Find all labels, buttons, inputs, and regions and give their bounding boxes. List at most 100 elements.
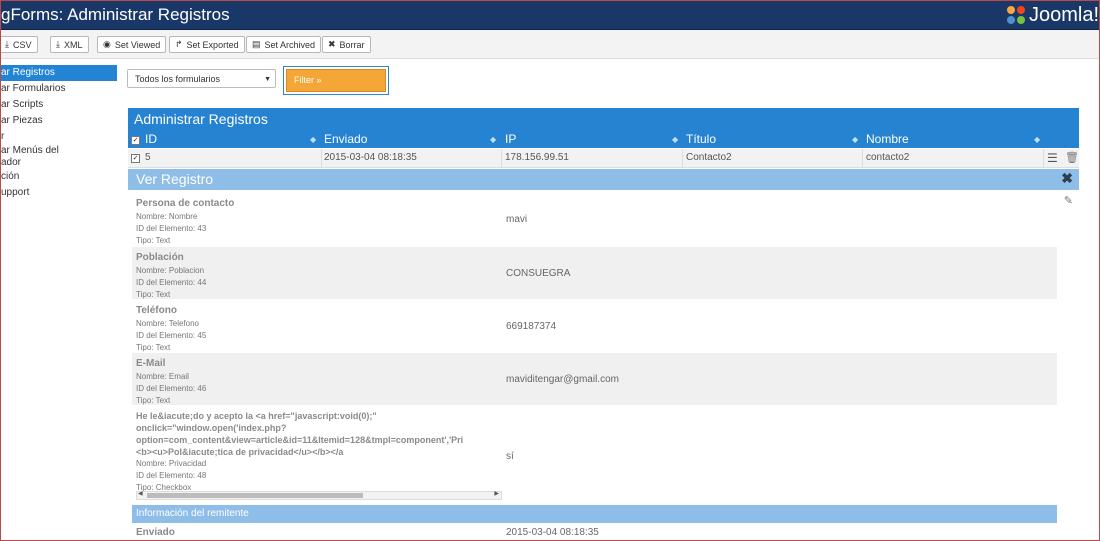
sidebar-item-menus[interactable]: ar Menús del ador xyxy=(1,145,117,169)
field-label: Población xyxy=(136,252,184,263)
header-bar: gForms: Administrar Registros Joomla! xyxy=(1,1,1099,30)
set-viewed-button[interactable]: ◉ Set Viewed xyxy=(97,36,167,53)
table-row[interactable]: ✓ 5 2015-03-04 08:18:35 178.156.99.51 Co… xyxy=(128,149,1079,168)
cell-titulo: Contacto2 xyxy=(686,152,732,163)
field-value: 2015-03-04 08:18:35 xyxy=(506,527,599,538)
field-value: maviditengar@gmail.com xyxy=(506,374,619,385)
edit-icon[interactable]: ✎ xyxy=(1064,194,1073,207)
grid-header: ✓ ID ◆ Enviado ◆ IP ◆ Título ◆ Nombre ◆ xyxy=(128,131,1079,148)
close-icon: ✖ xyxy=(328,39,336,49)
column-divider xyxy=(321,149,322,167)
form-filter-select-value: Todos los formularios xyxy=(135,74,221,84)
field-label: Teléfono xyxy=(136,305,177,316)
set-archived-button[interactable]: ▤ Set Archived xyxy=(246,36,322,53)
scroll-right-icon[interactable]: ▶ xyxy=(494,490,499,497)
sidebar-item-piezas[interactable]: ar Piezas xyxy=(1,113,117,129)
sort-icon[interactable]: ◆ xyxy=(672,131,678,148)
filter-button[interactable]: Filter » xyxy=(286,69,386,92)
sidebar-item-scripts[interactable]: ar Scripts xyxy=(1,97,117,113)
scrollbar-thumb[interactable] xyxy=(147,493,363,498)
set-exported-button-label: Set Exported xyxy=(186,39,239,50)
cell-id: 5 xyxy=(145,152,151,163)
record-viewer: Ver Registro ✖ ✎ Persona de contacto Nom… xyxy=(128,169,1079,540)
field-name: Nombre: Poblacion xyxy=(136,266,205,275)
column-divider xyxy=(501,149,502,167)
sidebar-item-support[interactable]: upport xyxy=(1,185,117,201)
eye-icon: ◉ xyxy=(103,39,111,49)
sort-icon[interactable]: ◆ xyxy=(310,131,316,148)
archive-icon: ▤ xyxy=(252,39,261,49)
delete-button-label: Borrar xyxy=(339,39,365,50)
column-divider xyxy=(682,149,683,167)
column-header-nombre[interactable]: Nombre xyxy=(866,131,909,148)
xml-button[interactable]: ⤓ XML xyxy=(50,36,89,53)
filter-button-focus-ring: Filter » xyxy=(283,66,389,95)
column-header-ip[interactable]: IP xyxy=(505,131,516,148)
record-field: Persona de contacto Nombre: Nombre ID de… xyxy=(132,193,1057,245)
sidebar-item-formularios[interactable]: ar Formularios xyxy=(1,81,117,97)
record-field: Enviado 2015-03-04 08:18:35 xyxy=(132,524,1057,540)
field-value: 669187374 xyxy=(506,321,557,332)
page-title: gForms: Administrar Registros xyxy=(1,5,230,24)
cell-ip: 178.156.99.51 xyxy=(505,152,569,163)
sidebar-item-registros[interactable]: ar Registros xyxy=(1,65,117,81)
set-archived-button-label: Set Archived xyxy=(264,39,316,50)
field-label: Enviado xyxy=(136,527,175,538)
sort-icon[interactable]: ◆ xyxy=(490,131,496,148)
window-frame: gForms: Administrar Registros Joomla! ⤓ … xyxy=(0,0,1100,541)
sort-icon[interactable]: ◆ xyxy=(1034,131,1040,148)
csv-button-label: CSV xyxy=(12,39,32,50)
trash-icon[interactable]: 🗑 xyxy=(1065,149,1079,167)
field-name: Nombre: Email xyxy=(136,372,189,381)
scroll-left-icon[interactable]: ◀ xyxy=(138,490,143,497)
joomla-brand-text: Joomla! xyxy=(1028,3,1099,26)
sidebar-item-r[interactable]: r xyxy=(1,129,117,145)
column-divider xyxy=(862,149,863,167)
field-element-id: ID del Elemento: 44 xyxy=(136,278,207,287)
sort-icon[interactable]: ◆ xyxy=(852,131,858,148)
delete-button[interactable]: ✖ Borrar xyxy=(322,36,371,53)
field-value: CONSUEGRA xyxy=(506,268,571,279)
field-label: E-Mail xyxy=(136,358,166,369)
xml-button-label: XML xyxy=(63,39,83,50)
toolbar: ⤓ CSV ⤓ XML ◉ Set Viewed ↱ Set Exported … xyxy=(1,30,1099,59)
list-icon[interactable]: ☰ xyxy=(1047,149,1058,167)
field-value: sí xyxy=(506,451,514,462)
field-label: Persona de contacto xyxy=(136,198,235,209)
close-icon[interactable]: ✖ xyxy=(1061,170,1073,187)
field-type: Tipo: Text xyxy=(136,396,171,405)
field-element-id: ID del Elemento: 48 xyxy=(136,471,207,480)
field-label: He le&iacute;do y acepto la <a href="jav… xyxy=(136,411,464,457)
set-exported-button[interactable]: ↱ Set Exported xyxy=(169,36,245,53)
csv-button[interactable]: ⤓ CSV xyxy=(1,36,38,53)
column-header-enviado[interactable]: Enviado xyxy=(324,131,367,148)
column-header-titulo[interactable]: Título xyxy=(686,131,716,148)
field-name: Nombre: Privacidad xyxy=(136,459,207,468)
record-field: Población Nombre: Poblacion ID del Eleme… xyxy=(132,247,1057,299)
cell-nombre: contacto2 xyxy=(866,152,910,163)
joomla-logo-icon xyxy=(1006,6,1025,24)
set-viewed-button-label: Set Viewed xyxy=(114,39,161,50)
sidebar: ar Registros ar Formularios ar Scripts a… xyxy=(1,65,117,201)
record-field: He le&iacute;do y acepto la <a href="jav… xyxy=(132,407,1057,503)
caret-down-icon: ▼ xyxy=(264,76,271,83)
field-value: mavi xyxy=(506,214,528,225)
field-type: Tipo: Text xyxy=(136,236,171,245)
column-divider xyxy=(1043,149,1044,167)
download-icon: ⤓ xyxy=(56,39,60,49)
share-icon: ↱ xyxy=(175,39,183,49)
column-header-id[interactable]: ID xyxy=(145,131,157,148)
record-field: Teléfono Nombre: Telefono ID del Element… xyxy=(132,300,1057,352)
field-element-id: ID del Elemento: 46 xyxy=(136,384,207,393)
select-all-checkbox[interactable]: ✓ xyxy=(131,136,140,145)
sidebar-item-configuracion[interactable]: ción xyxy=(1,169,117,185)
field-element-id: ID del Elemento: 43 xyxy=(136,224,207,233)
row-checkbox[interactable]: ✓ xyxy=(131,154,140,163)
form-filter-select[interactable]: Todos los formularios ▼ xyxy=(127,69,276,88)
horizontal-scrollbar[interactable]: ◀ ▶ xyxy=(136,491,502,500)
grid-panel-title: Administrar Registros xyxy=(128,108,1079,131)
sender-info-section: Información del remitente xyxy=(132,505,1057,523)
cell-enviado: 2015-03-04 08:18:35 xyxy=(324,152,417,163)
record-viewer-title: Ver Registro xyxy=(128,169,1079,190)
joomla-logo[interactable]: Joomla! xyxy=(1005,3,1099,27)
